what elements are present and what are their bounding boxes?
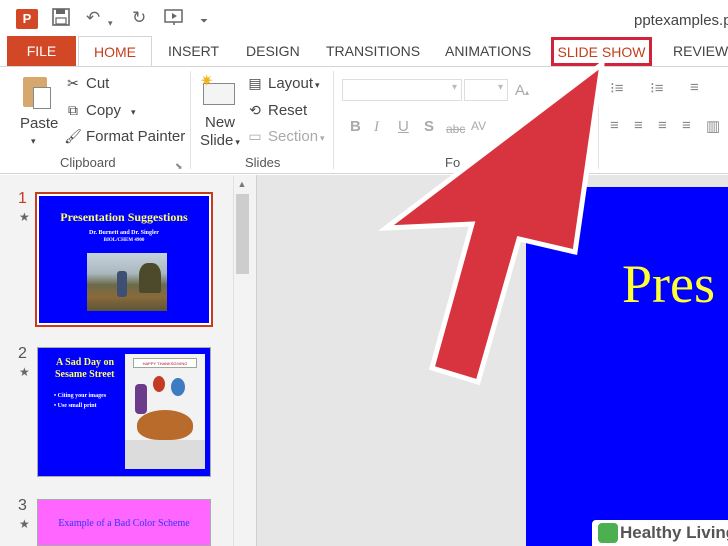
animation-star-icon: ★ — [19, 210, 30, 224]
paste-icon[interactable] — [19, 77, 53, 111]
clipboard-group-label: Clipboard — [60, 155, 116, 170]
brush-icon: 🖌 — [64, 128, 82, 144]
tab-home[interactable]: HOME — [78, 36, 152, 67]
character-spacing-icon[interactable]: AV — [471, 116, 486, 136]
align-left-icon[interactable]: ≡ — [610, 117, 619, 134]
ribbon-tabs: FILE HOME INSERT DESIGN TRANSITIONS ANIM… — [0, 36, 728, 67]
thumb-subtitle: Dr. Burnett and Dr. Singler — [89, 230, 159, 236]
title-bar: P ↶ ▾ ↻ ⏷ pptexamples.p — [0, 0, 728, 36]
animation-star-icon: ★ — [19, 517, 30, 531]
tab-transitions[interactable]: TRANSITIONS — [326, 36, 420, 66]
clipboard-launcher-icon[interactable]: ⬊ — [175, 156, 183, 176]
thumb-bullet: • Citing your images — [54, 393, 107, 399]
thumbnail-scrollbar[interactable]: ▲ — [233, 176, 250, 546]
grow-font-icon[interactable]: A▴ — [515, 81, 529, 103]
new-slide-button-line2[interactable]: Slide ▾ — [200, 131, 240, 152]
slide-thumbnail-1[interactable]: Presentation Suggestions Dr. Burnett and… — [35, 192, 213, 327]
thumb-subtitle: BIOL/CHEM 4900 — [103, 238, 145, 243]
new-slide-icon[interactable]: ✷ — [200, 73, 236, 107]
group-divider — [333, 71, 334, 169]
justify-icon[interactable]: ≡ — [682, 117, 691, 134]
thumb-title: A Sad Day on — [56, 357, 115, 368]
new-slide-button[interactable]: New — [205, 113, 235, 133]
powerpoint-logo-icon: P — [16, 9, 38, 29]
undo-dropdown-icon[interactable]: ▾ — [108, 13, 113, 33]
paste-dropdown-icon[interactable]: ▾ — [31, 131, 36, 151]
slide-thumbnail-2[interactable]: A Sad Day on Sesame Street • Citing your… — [37, 347, 211, 477]
tab-insert[interactable]: INSERT — [168, 36, 219, 66]
copy-dropdown-icon[interactable]: ▾ — [131, 107, 136, 117]
copy-icon: ⧉ — [68, 102, 78, 118]
italic-icon[interactable]: I — [374, 117, 379, 137]
decrease-indent-icon[interactable]: ≡ — [690, 79, 699, 96]
layout-icon: ▤ — [248, 75, 262, 91]
layout-button[interactable]: ▤ Layout ▾ — [246, 73, 319, 95]
ribbon: Paste ▾ ✂ Cut ⧉ Copy ▾ 🖌 Format Painter Clip… — [0, 66, 728, 174]
font-name-combobox[interactable]: ▾ — [342, 79, 462, 101]
tab-design[interactable]: DESIGN — [246, 36, 300, 66]
numbering-icon[interactable]: ⁝≡ — [650, 79, 664, 97]
thumb-bullet: • Use small print — [54, 403, 97, 409]
slide-number: 2 — [18, 345, 27, 362]
section-button[interactable]: ▭ Section ▾ — [246, 126, 324, 148]
scroll-thumb[interactable] — [236, 194, 249, 274]
slide-number: 1 — [18, 190, 27, 207]
start-from-beginning-icon[interactable] — [164, 8, 184, 31]
group-divider — [598, 71, 599, 169]
redo-icon[interactable]: ↻ — [132, 8, 146, 28]
watermark-text: Healthy Living — [620, 523, 728, 542]
align-right-icon[interactable]: ≡ — [658, 117, 667, 134]
text-shadow-icon[interactable]: S — [424, 117, 434, 137]
main-slide-title[interactable]: Pres — [622, 253, 715, 315]
tab-animations[interactable]: ANIMATIONS — [445, 36, 531, 66]
slide-thumbnail-3[interactable]: Example of a Bad Color Scheme — [37, 499, 211, 546]
cut-button[interactable]: ✂ Cut — [64, 73, 109, 94]
thumb-photo — [87, 253, 167, 311]
scroll-up-icon[interactable]: ▲ — [234, 176, 250, 192]
font-size-combobox[interactable]: ▾ — [464, 79, 508, 101]
section-icon: ▭ — [248, 128, 262, 144]
tab-slide-show[interactable]: SLIDE SHOW — [551, 37, 652, 66]
save-icon[interactable] — [52, 8, 70, 31]
watermark: Healthy Living — [592, 520, 728, 546]
slide-number: 3 — [18, 497, 27, 514]
animation-star-icon: ★ — [19, 365, 30, 379]
copy-button[interactable]: ⧉ Copy ▾ — [64, 100, 136, 122]
reset-button[interactable]: ⟲ Reset — [246, 100, 307, 121]
thumb-title: Example of a Bad Color Scheme — [58, 518, 190, 529]
thumb-title: Presentation Suggestions — [60, 210, 188, 224]
thumb-photo: HAPPY THANKSGIVING — [125, 354, 205, 469]
tab-file[interactable]: FILE — [7, 36, 76, 66]
columns-icon[interactable]: ▥ — [706, 117, 720, 135]
customize-qat-icon[interactable]: ⏷ — [200, 12, 208, 32]
thumb-banner: HAPPY THANKSGIVING — [133, 358, 197, 368]
align-center-icon[interactable]: ≡ — [634, 117, 643, 134]
bullets-icon[interactable]: ⁝≡ — [610, 79, 624, 97]
healthy-living-logo-icon — [598, 523, 618, 543]
format-painter-button[interactable]: 🖌 Format Painter — [64, 126, 185, 147]
reset-icon: ⟲ — [249, 102, 261, 118]
underline-icon[interactable]: U — [398, 117, 409, 137]
undo-icon[interactable]: ↶ — [86, 8, 100, 28]
group-divider — [190, 71, 191, 169]
font-group-label: Fo — [445, 155, 461, 170]
scissors-icon: ✂ — [67, 75, 79, 91]
slides-group-label: Slides — [245, 155, 281, 170]
paste-button[interactable]: Paste — [20, 114, 58, 134]
document-title: pptexamples.p — [634, 12, 728, 29]
thumb-title: Sesame Street — [55, 369, 115, 380]
strikethrough-icon[interactable]: abc — [446, 119, 465, 139]
bold-icon[interactable]: B — [350, 117, 361, 137]
main-slide-canvas[interactable]: Pres — [526, 187, 728, 546]
tab-review[interactable]: REVIEW — [673, 36, 728, 66]
